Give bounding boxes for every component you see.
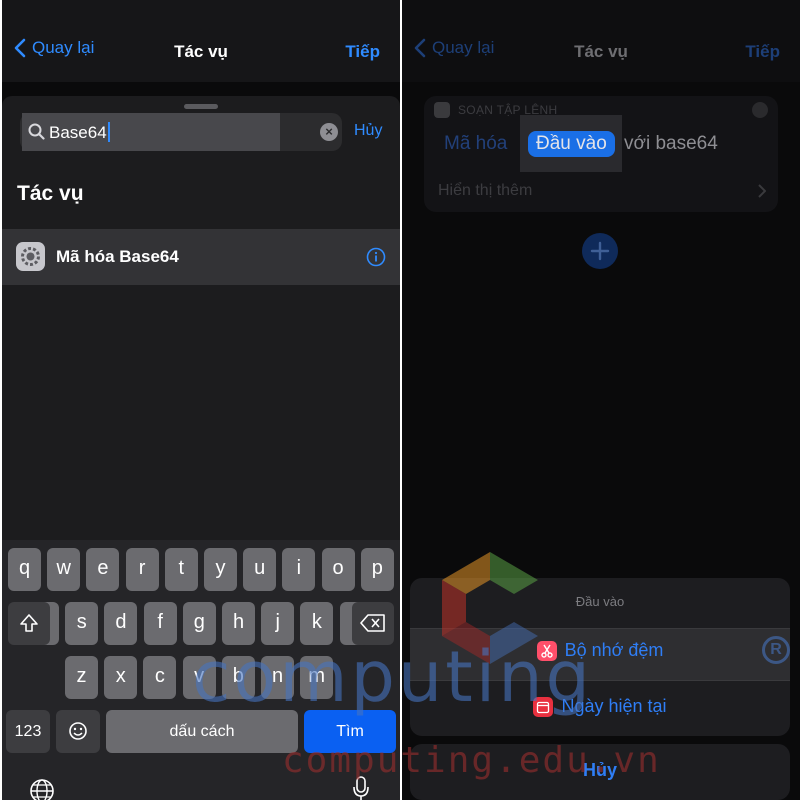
key-w[interactable]: w	[47, 548, 81, 591]
search-icon	[28, 123, 45, 140]
gear-icon	[434, 102, 450, 118]
key-q[interactable]: q	[8, 548, 41, 591]
add-action-button[interactable]	[582, 233, 618, 269]
clipboard-option[interactable]: Bộ nhớ đệm	[410, 640, 790, 661]
clear-icon[interactable]: ×	[320, 123, 338, 141]
action-result-label: Mã hóa Base64	[56, 247, 179, 266]
scissors-icon	[536, 640, 557, 661]
key-o[interactable]: o	[321, 548, 355, 591]
left-screen: Quay lại Tác vụ Tiếp Base64 × Hủy Tác vụ…	[2, 0, 400, 800]
cancel-label: Hủy	[582, 760, 617, 780]
script-action-card: SOẠN TẬP LỆNH Mã hóa Đầu vào với base64 …	[424, 96, 778, 212]
nav-bar: Quay lại Tác vụ Tiếp	[2, 0, 400, 82]
sheet-grabber[interactable]	[184, 104, 218, 109]
gear-icon	[16, 242, 45, 271]
search-value: Base64	[49, 123, 107, 142]
action-sheet-header: Đầu vào	[575, 594, 625, 609]
search-cancel-button[interactable]: Hủy	[354, 122, 382, 140]
key-c[interactable]: c	[143, 656, 177, 699]
key-s[interactable]: s	[65, 602, 99, 645]
key-n[interactable]: n	[261, 656, 294, 699]
key-k[interactable]: k	[300, 602, 334, 645]
search-input[interactable]: Base64	[49, 122, 110, 143]
next-button[interactable]: Tiếp	[745, 42, 780, 62]
key-d[interactable]: d	[104, 602, 138, 645]
key-r[interactable]: r	[125, 548, 159, 591]
key-e[interactable]: e	[86, 548, 120, 591]
nav-title: Tác vụ	[574, 42, 628, 61]
action-result-row[interactable]: Mã hóa Base64	[2, 229, 400, 285]
backspace-key[interactable]	[352, 602, 394, 645]
key-x[interactable]: x	[104, 656, 138, 699]
key-g[interactable]: g	[182, 602, 216, 645]
space-key[interactable]: dấu cách	[106, 710, 298, 753]
text-caret	[107, 122, 110, 142]
variable-action-sheet: Đầu vào Bộ nhớ đệm Ngày hiện tại	[410, 578, 790, 736]
calendar-icon	[533, 696, 554, 717]
remove-action-icon[interactable]	[752, 102, 768, 118]
current-date-option-label: Ngày hiện tại	[561, 696, 667, 716]
input-variable-token[interactable]: Đầu vào	[528, 131, 615, 157]
action-suffix: với base64	[624, 133, 718, 154]
key-p[interactable]: p	[360, 548, 394, 591]
numbers-key[interactable]: 123	[6, 710, 50, 753]
key-j[interactable]: j	[261, 602, 295, 645]
shift-icon	[20, 614, 38, 632]
nav-bar: Quay lại Tác vụ Tiếp	[402, 0, 800, 82]
search-field[interactable]: Base64 ×	[20, 113, 342, 151]
key-v[interactable]: v	[182, 656, 216, 699]
next-button[interactable]: Tiếp	[345, 42, 380, 62]
action-verb: Mã hóa	[444, 133, 508, 154]
right-screen: Quay lại Tác vụ Tiếp SOẠN TẬP LỆNH Mã hó…	[402, 0, 800, 800]
show-more-button[interactable]: Hiển thị thêm	[438, 182, 532, 200]
plus-icon	[590, 241, 610, 261]
key-b[interactable]: b	[221, 656, 255, 699]
key-y[interactable]: y	[204, 548, 237, 591]
backspace-icon	[360, 614, 385, 632]
shift-key[interactable]	[8, 602, 50, 645]
info-icon[interactable]	[366, 247, 386, 267]
section-title: Tác vụ	[17, 182, 84, 205]
key-z[interactable]: z	[65, 656, 98, 699]
keyboard: qwertyuiopasdfghjklzxcvbnm 123 dấu cách …	[2, 540, 400, 800]
search-go-key[interactable]: Tìm	[304, 710, 396, 753]
cancel-button[interactable]: Hủy	[410, 744, 790, 800]
clipboard-option-label: Bộ nhớ đệm	[564, 640, 664, 660]
key-m[interactable]: m	[300, 656, 334, 699]
key-u[interactable]: u	[243, 548, 277, 591]
current-date-option[interactable]: Ngày hiện tại	[410, 696, 790, 717]
key-i[interactable]: i	[282, 548, 316, 591]
emoji-key[interactable]	[56, 710, 100, 753]
globe-icon[interactable]	[29, 778, 55, 800]
key-h[interactable]: h	[222, 602, 255, 645]
microphone-icon[interactable]	[352, 776, 370, 800]
chevron-right-icon	[758, 184, 766, 198]
key-t[interactable]: t	[164, 548, 198, 591]
emoji-icon	[69, 722, 87, 740]
key-f[interactable]: f	[143, 602, 177, 645]
nav-title: Tác vụ	[174, 42, 228, 61]
